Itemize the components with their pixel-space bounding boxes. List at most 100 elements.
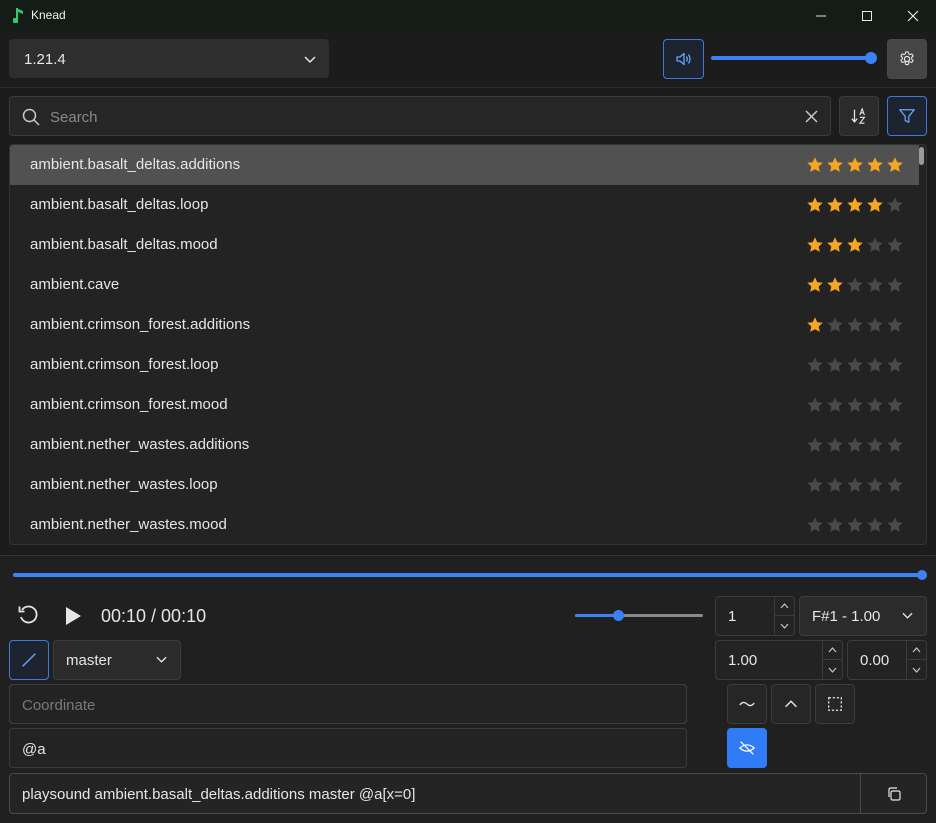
star-icon[interactable] [806,196,824,214]
star-icon[interactable] [826,356,844,374]
star-icon[interactable] [866,196,884,214]
volume-slider-track[interactable] [711,56,871,60]
list-item[interactable]: ambient.basalt_deltas.mood [10,225,919,265]
star-icon[interactable] [866,276,884,294]
star-icon[interactable] [826,156,844,174]
mute-button[interactable] [663,39,704,79]
star-icon[interactable] [826,196,844,214]
star-icon[interactable] [866,236,884,254]
star-icon[interactable] [866,476,884,494]
min-volume-decrement-button[interactable] [907,660,926,679]
search-input[interactable] [50,105,790,129]
star-icon[interactable] [826,516,844,534]
star-icon[interactable] [886,196,904,214]
star-icon[interactable] [886,276,904,294]
coordinate-input[interactable] [22,693,662,717]
star-rating[interactable] [806,356,904,374]
min-volume-stepper[interactable]: 0.00 [847,640,927,680]
count-decrement-button[interactable] [775,616,794,635]
linear-mode-button[interactable] [9,640,49,680]
star-rating[interactable] [806,316,904,334]
volume-increment-button[interactable] [823,641,842,660]
star-icon[interactable] [886,236,904,254]
star-icon[interactable] [806,316,824,334]
star-icon[interactable] [886,516,904,534]
count-stepper[interactable]: 1 [715,596,795,636]
play-icon[interactable] [62,605,84,627]
star-icon[interactable] [846,436,864,454]
star-icon[interactable] [826,236,844,254]
star-icon[interactable] [826,396,844,414]
speed-slider-thumb[interactable] [613,610,624,621]
star-rating[interactable] [806,196,904,214]
star-icon[interactable] [806,436,824,454]
star-icon[interactable] [886,436,904,454]
star-icon[interactable] [826,436,844,454]
category-select[interactable]: master [53,640,181,680]
clear-icon[interactable] [805,110,818,123]
star-icon[interactable] [806,236,824,254]
hide-button[interactable] [727,728,767,768]
star-rating[interactable] [806,436,904,454]
list-item[interactable]: ambient.nether_wastes.mood [10,505,919,544]
target-field[interactable] [9,728,687,768]
star-icon[interactable] [846,276,864,294]
star-rating[interactable] [806,276,904,294]
minimize-button[interactable] [798,0,844,32]
star-rating[interactable] [806,476,904,494]
star-rating[interactable] [806,156,904,174]
star-icon[interactable] [846,196,864,214]
volume-slider-thumb[interactable] [865,52,877,64]
star-icon[interactable] [846,516,864,534]
star-icon[interactable] [886,356,904,374]
caret-up-button[interactable] [771,684,811,724]
list-item[interactable]: ambient.crimson_forest.additions [10,305,919,345]
star-rating[interactable] [806,236,904,254]
list-item[interactable]: ambient.cave [10,265,919,305]
list-item[interactable]: ambient.crimson_forest.mood [10,385,919,425]
filter-button[interactable] [887,96,927,136]
volume-stepper[interactable]: 1.00 [715,640,843,680]
search-box[interactable] [9,96,831,136]
scrollbar-thumb[interactable] [919,147,924,165]
close-button[interactable] [890,0,936,32]
list-item[interactable]: ambient.basalt_deltas.loop [10,185,919,225]
star-icon[interactable] [806,396,824,414]
playback-progress-thumb[interactable] [917,570,927,580]
star-icon[interactable] [846,396,864,414]
star-icon[interactable] [826,316,844,334]
playback-progress-track[interactable] [13,573,923,577]
star-icon[interactable] [806,156,824,174]
volume-decrement-button[interactable] [823,660,842,679]
coordinate-field[interactable] [9,684,687,724]
star-icon[interactable] [846,236,864,254]
min-volume-increment-button[interactable] [907,641,926,660]
star-rating[interactable] [806,396,904,414]
select-area-button[interactable] [815,684,855,724]
star-icon[interactable] [866,156,884,174]
star-icon[interactable] [846,316,864,334]
star-icon[interactable] [866,396,884,414]
replay-icon[interactable] [17,604,39,626]
star-icon[interactable] [806,356,824,374]
star-icon[interactable] [826,276,844,294]
star-icon[interactable] [806,476,824,494]
star-icon[interactable] [806,276,824,294]
star-icon[interactable] [846,156,864,174]
star-icon[interactable] [886,156,904,174]
wave-button[interactable] [727,684,767,724]
list-scrollbar[interactable] [919,147,924,539]
pitch-select[interactable]: F#1 - 1.00 [799,596,927,636]
star-icon[interactable] [886,396,904,414]
list-item[interactable]: ambient.nether_wastes.loop [10,465,919,505]
list-item[interactable]: ambient.basalt_deltas.additions [10,145,919,185]
star-icon[interactable] [866,356,884,374]
star-icon[interactable] [866,516,884,534]
target-input[interactable] [22,737,662,761]
copy-button[interactable] [860,774,926,813]
sort-button[interactable] [839,96,879,136]
star-icon[interactable] [866,316,884,334]
star-icon[interactable] [886,316,904,334]
star-icon[interactable] [866,436,884,454]
star-icon[interactable] [846,476,864,494]
